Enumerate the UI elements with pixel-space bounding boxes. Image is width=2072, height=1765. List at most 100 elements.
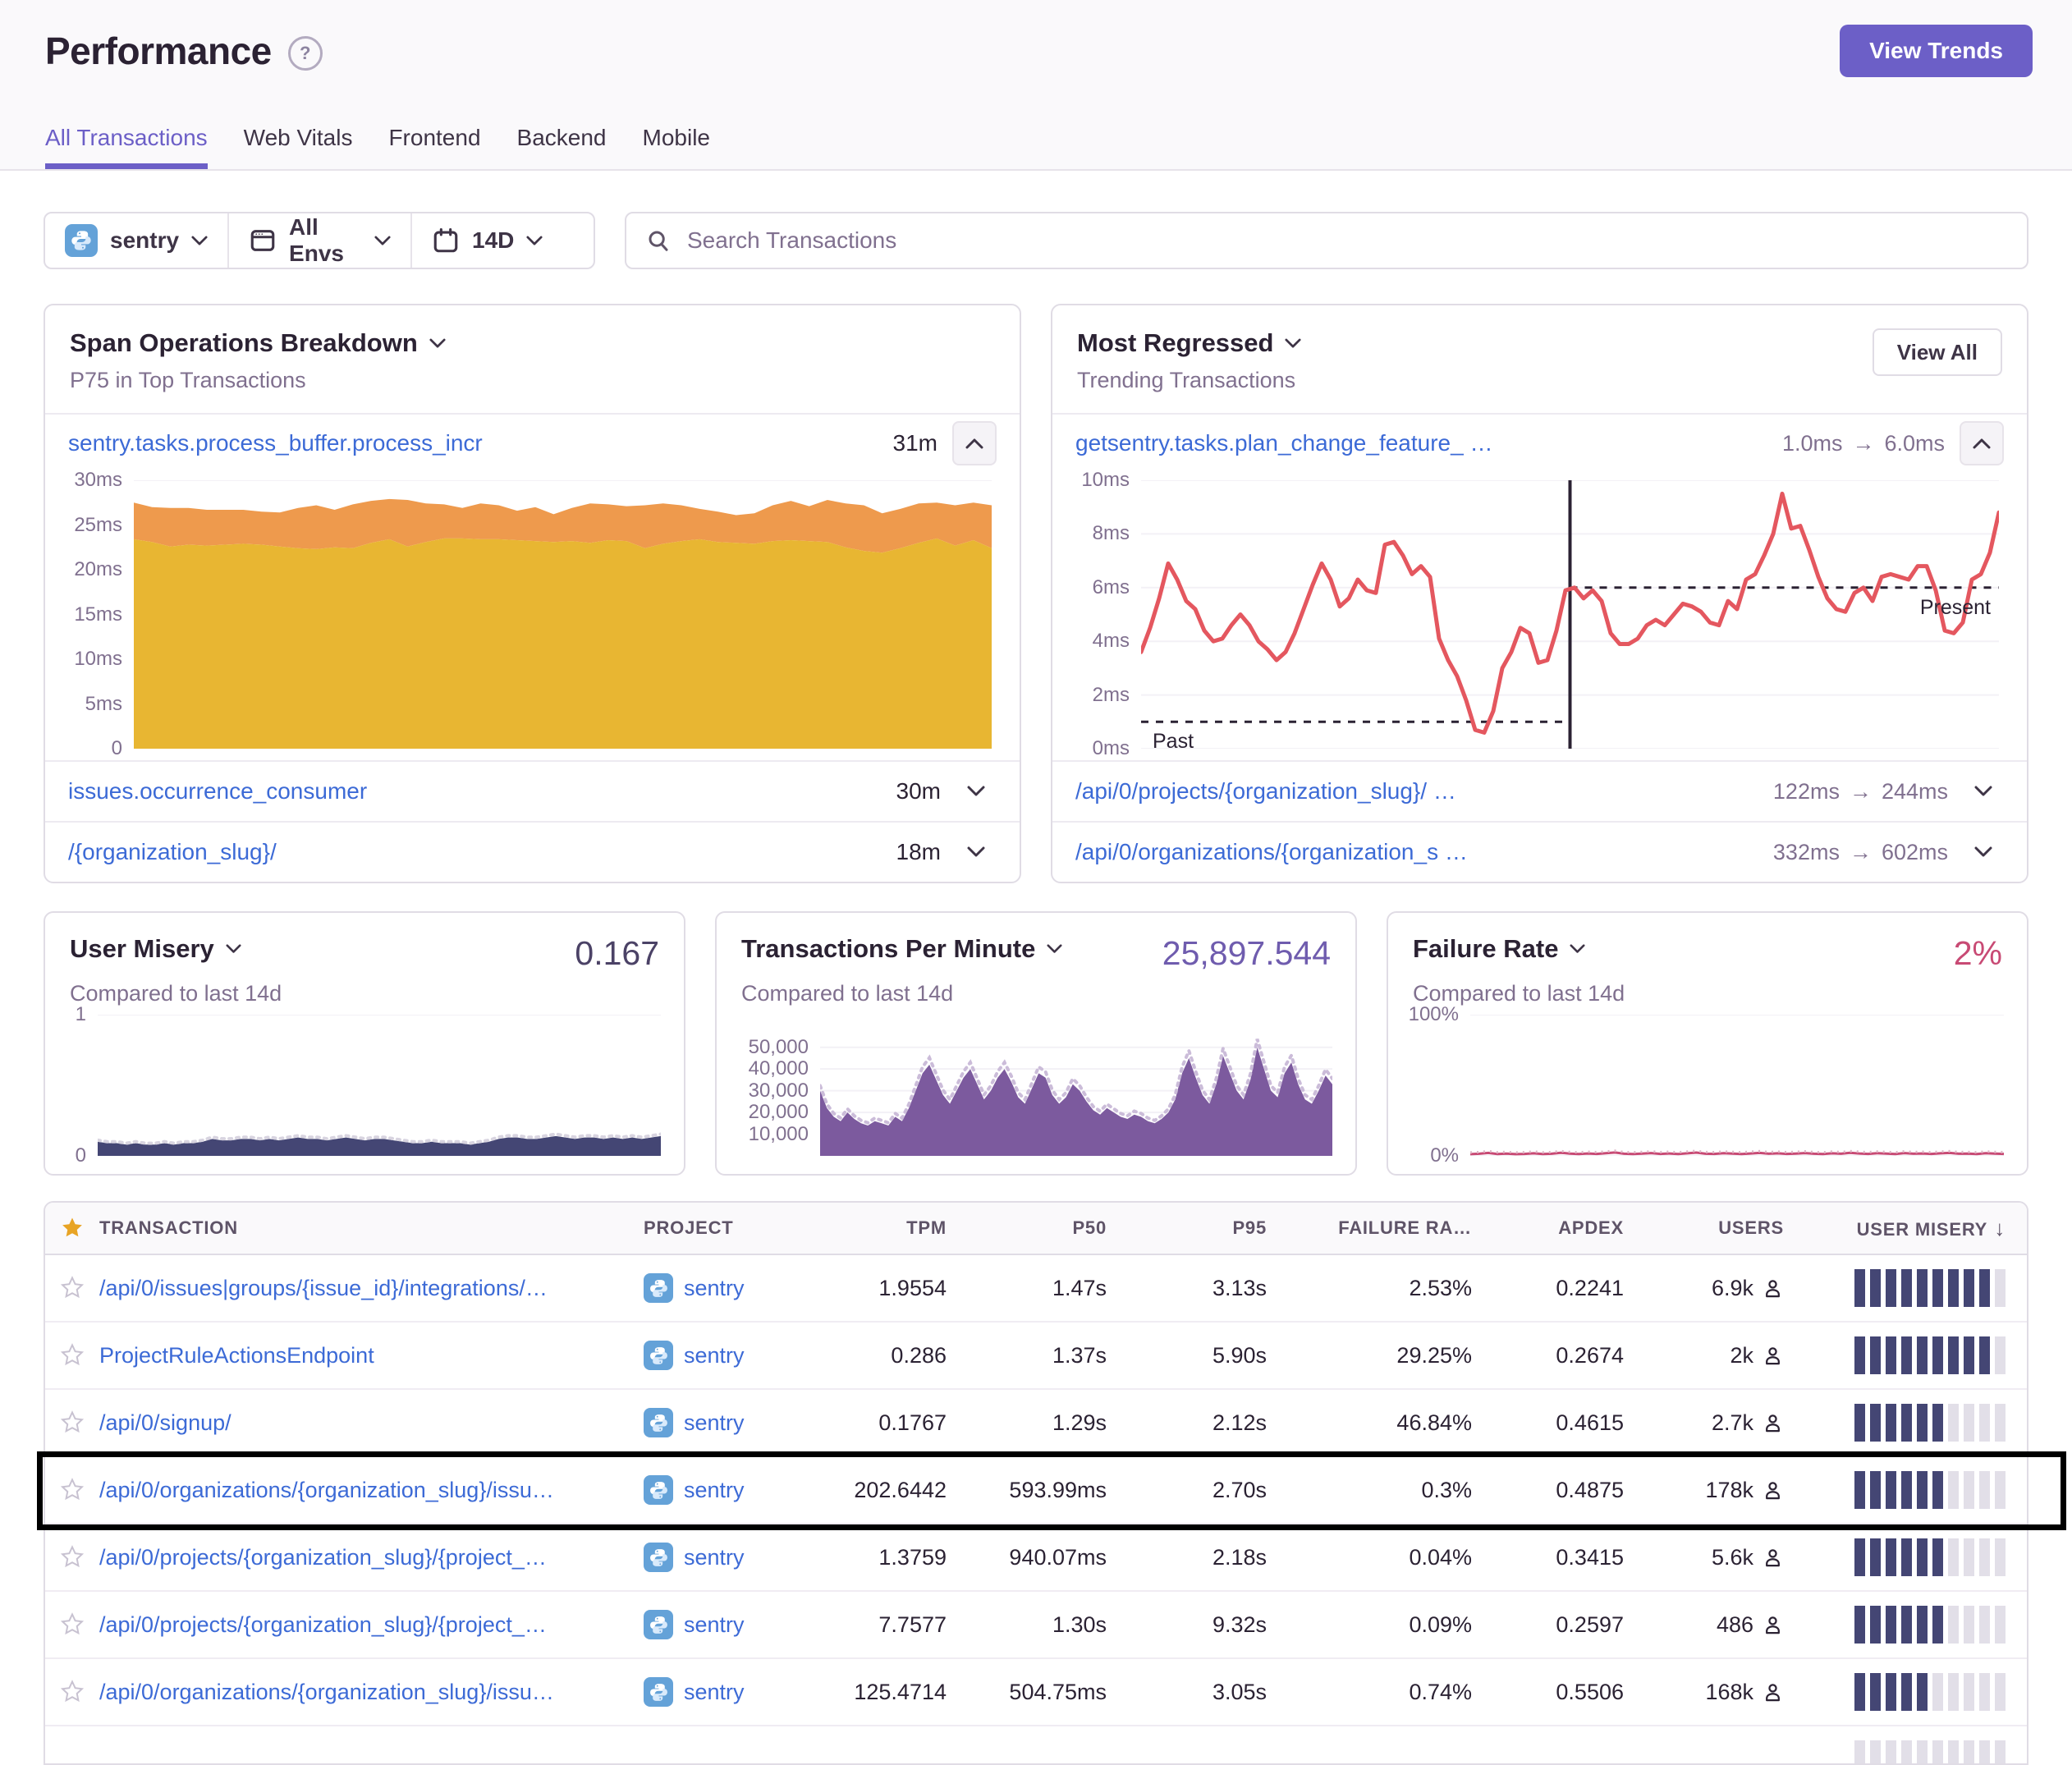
span-op-link[interactable]: issues.occurrence_consumer (68, 778, 367, 805)
user-icon (1762, 1277, 1784, 1300)
favorite-star-icon[interactable] (45, 1410, 99, 1435)
user-misery-bar (1886, 1336, 1896, 1374)
tab-mobile[interactable]: Mobile (643, 125, 710, 169)
view-trends-button[interactable]: View Trends (1840, 25, 2033, 77)
p50-value: 1.47s (968, 1276, 1128, 1301)
user-misery-bar (1932, 1404, 1943, 1442)
table-row[interactable]: /api/0/signup/sentry0.17671.29s2.12s46.8… (45, 1390, 2027, 1457)
failure-rate-value: 2% (1954, 934, 2002, 973)
failure-rate-value: 2.53% (1288, 1276, 1493, 1301)
favorite-star-icon[interactable] (45, 1478, 99, 1502)
transaction-link[interactable]: /api/0/organizations/{organization_slug}… (99, 1478, 644, 1503)
favorite-star-icon[interactable] (45, 1276, 99, 1300)
view-all-button[interactable]: View All (1873, 328, 2002, 376)
date-range-selector[interactable]: 14D (410, 213, 594, 268)
user-misery-bar (1870, 1336, 1881, 1374)
span-op-link[interactable]: /{organization_slug}/ (68, 839, 277, 865)
user-misery-title-row[interactable]: User Misery (70, 934, 241, 964)
help-icon[interactable]: ? (288, 36, 323, 71)
users-count: 5.6k (1645, 1545, 1805, 1570)
page-title: Performance (45, 29, 272, 73)
table-header-row: TRANSACTIONPROJECTTPMP50P95FAILURE RA…AP… (45, 1203, 2027, 1255)
expand-button[interactable] (1963, 846, 2004, 858)
user-misery-sparkline: 10 (45, 1015, 684, 1174)
column-header-apdex[interactable]: APDEX (1493, 1217, 1645, 1239)
user-misery-bar (1932, 1336, 1943, 1374)
collapse-button[interactable] (952, 421, 997, 465)
user-misery-bar (1979, 1606, 1990, 1644)
axis-tick-label: 100% (1409, 1003, 1459, 1026)
environment-selector[interactable]: All Envs (227, 213, 410, 268)
regressed-txn-link[interactable]: /api/0/projects/{organization_slug}/ … (1075, 778, 1456, 805)
tab-frontend[interactable]: Frontend (388, 125, 480, 169)
column-header-tpm[interactable]: TPM (820, 1217, 968, 1239)
project-link[interactable]: sentry (644, 1408, 820, 1437)
expand-button[interactable] (1963, 786, 2004, 797)
project-link[interactable]: sentry (644, 1677, 820, 1707)
table-row[interactable]: /api/0/issues|groups/{issue_id}/integrat… (45, 1255, 2027, 1323)
column-header-project[interactable]: PROJECT (644, 1217, 820, 1239)
project-name: sentry (684, 1276, 745, 1301)
transaction-link[interactable]: /api/0/signup/ (99, 1410, 644, 1436)
tab-web-vitals[interactable]: Web Vitals (244, 125, 353, 169)
regression-from: 1.0ms (1782, 431, 1843, 456)
project-link[interactable]: sentry (644, 1610, 820, 1639)
project-link[interactable]: sentry (644, 1543, 820, 1572)
project-selector[interactable]: sentry (45, 213, 227, 268)
user-misery-bar (1979, 1336, 1990, 1374)
column-header-p95[interactable]: P95 (1128, 1217, 1288, 1239)
user-misery-bar (1854, 1269, 1865, 1307)
transaction-link[interactable]: ProjectRuleActionsEndpoint (99, 1343, 644, 1368)
tab-all-transactions[interactable]: All Transactions (45, 125, 208, 169)
favorite-star-icon[interactable] (45, 1545, 99, 1570)
favorite-star-icon[interactable] (45, 1343, 99, 1368)
regressed-txn-link[interactable]: getsentry.tasks.plan_change_feature_ … (1075, 430, 1492, 456)
regression-from: 122ms (1773, 779, 1840, 805)
user-misery-bar (1870, 1740, 1881, 1765)
project-link[interactable]: sentry (644, 1341, 820, 1370)
table-row[interactable]: /api/0/organizations/{organization_slug}… (45, 1659, 2027, 1726)
collapse-button[interactable] (1960, 421, 2004, 465)
arrow-right-icon: → (1850, 779, 1872, 805)
transaction-link[interactable]: /api/0/issues|groups/{issue_id}/integrat… (99, 1276, 644, 1301)
tpm-title-row[interactable]: Transactions Per Minute (741, 934, 1062, 964)
user-misery-bar (1932, 1740, 1943, 1765)
table-row[interactable]: /api/0/projects/{organization_slug}/{pro… (45, 1592, 2027, 1659)
transaction-link[interactable]: /api/0/projects/{organization_slug}/{pro… (99, 1612, 644, 1638)
expand-button[interactable] (956, 786, 997, 797)
user-misery-bar (1964, 1538, 1974, 1576)
column-header-users[interactable]: USERS (1645, 1217, 1805, 1239)
user-misery-bar (1886, 1269, 1896, 1307)
failure-rate-title-row[interactable]: Failure Rate (1413, 934, 1585, 964)
table-row[interactable] (45, 1726, 2027, 1765)
transaction-link[interactable]: /api/0/organizations/{organization_slug}… (99, 1680, 644, 1705)
expand-button[interactable] (956, 846, 997, 858)
regressed-txn-link[interactable]: /api/0/organizations/{organization_s … (1075, 839, 1468, 865)
column-header-p50[interactable]: P50 (968, 1217, 1128, 1239)
user-misery-bar (1979, 1673, 1990, 1711)
project-link[interactable]: sentry (644, 1273, 820, 1303)
table-row[interactable]: ProjectRuleActionsEndpointsentry0.2861.3… (45, 1323, 2027, 1390)
column-header-user-misery[interactable]: USER MISERY ↓ (1805, 1216, 2027, 1241)
column-header-failure-ra-[interactable]: FAILURE RA… (1288, 1217, 1493, 1239)
user-misery-bar (1854, 1336, 1865, 1374)
search-input[interactable] (685, 227, 2007, 254)
span-card-subtitle: P75 in Top Transactions (70, 368, 446, 393)
project-link[interactable]: sentry (644, 1475, 820, 1505)
transaction-link[interactable]: /api/0/projects/{organization_slug}/{pro… (99, 1545, 644, 1570)
favorite-star-icon[interactable] (45, 1680, 99, 1704)
favorite-star-icon[interactable] (45, 1612, 99, 1637)
span-card-title-row[interactable]: Span Operations Breakdown (70, 328, 446, 358)
span-card-title: Span Operations Breakdown (70, 328, 418, 358)
sort-desc-icon: ↓ (1987, 1216, 2006, 1240)
failure-rate-value: 29.25% (1288, 1343, 1493, 1368)
table-row[interactable]: /api/0/projects/{organization_slug}/{pro… (45, 1524, 2027, 1592)
tab-backend[interactable]: Backend (517, 125, 607, 169)
regressed-card-title-row[interactable]: Most Regressed (1077, 328, 1301, 358)
user-misery-bars (1805, 1471, 2027, 1509)
column-header-transaction[interactable]: TRANSACTION (99, 1217, 644, 1239)
user-misery-subtitle: Compared to last 14d (45, 973, 684, 1006)
span-op-link[interactable]: sentry.tasks.process_buffer.process_incr (68, 430, 483, 456)
project-name: sentry (684, 1478, 745, 1503)
table-row[interactable]: /api/0/organizations/{organization_slug}… (45, 1457, 2027, 1524)
